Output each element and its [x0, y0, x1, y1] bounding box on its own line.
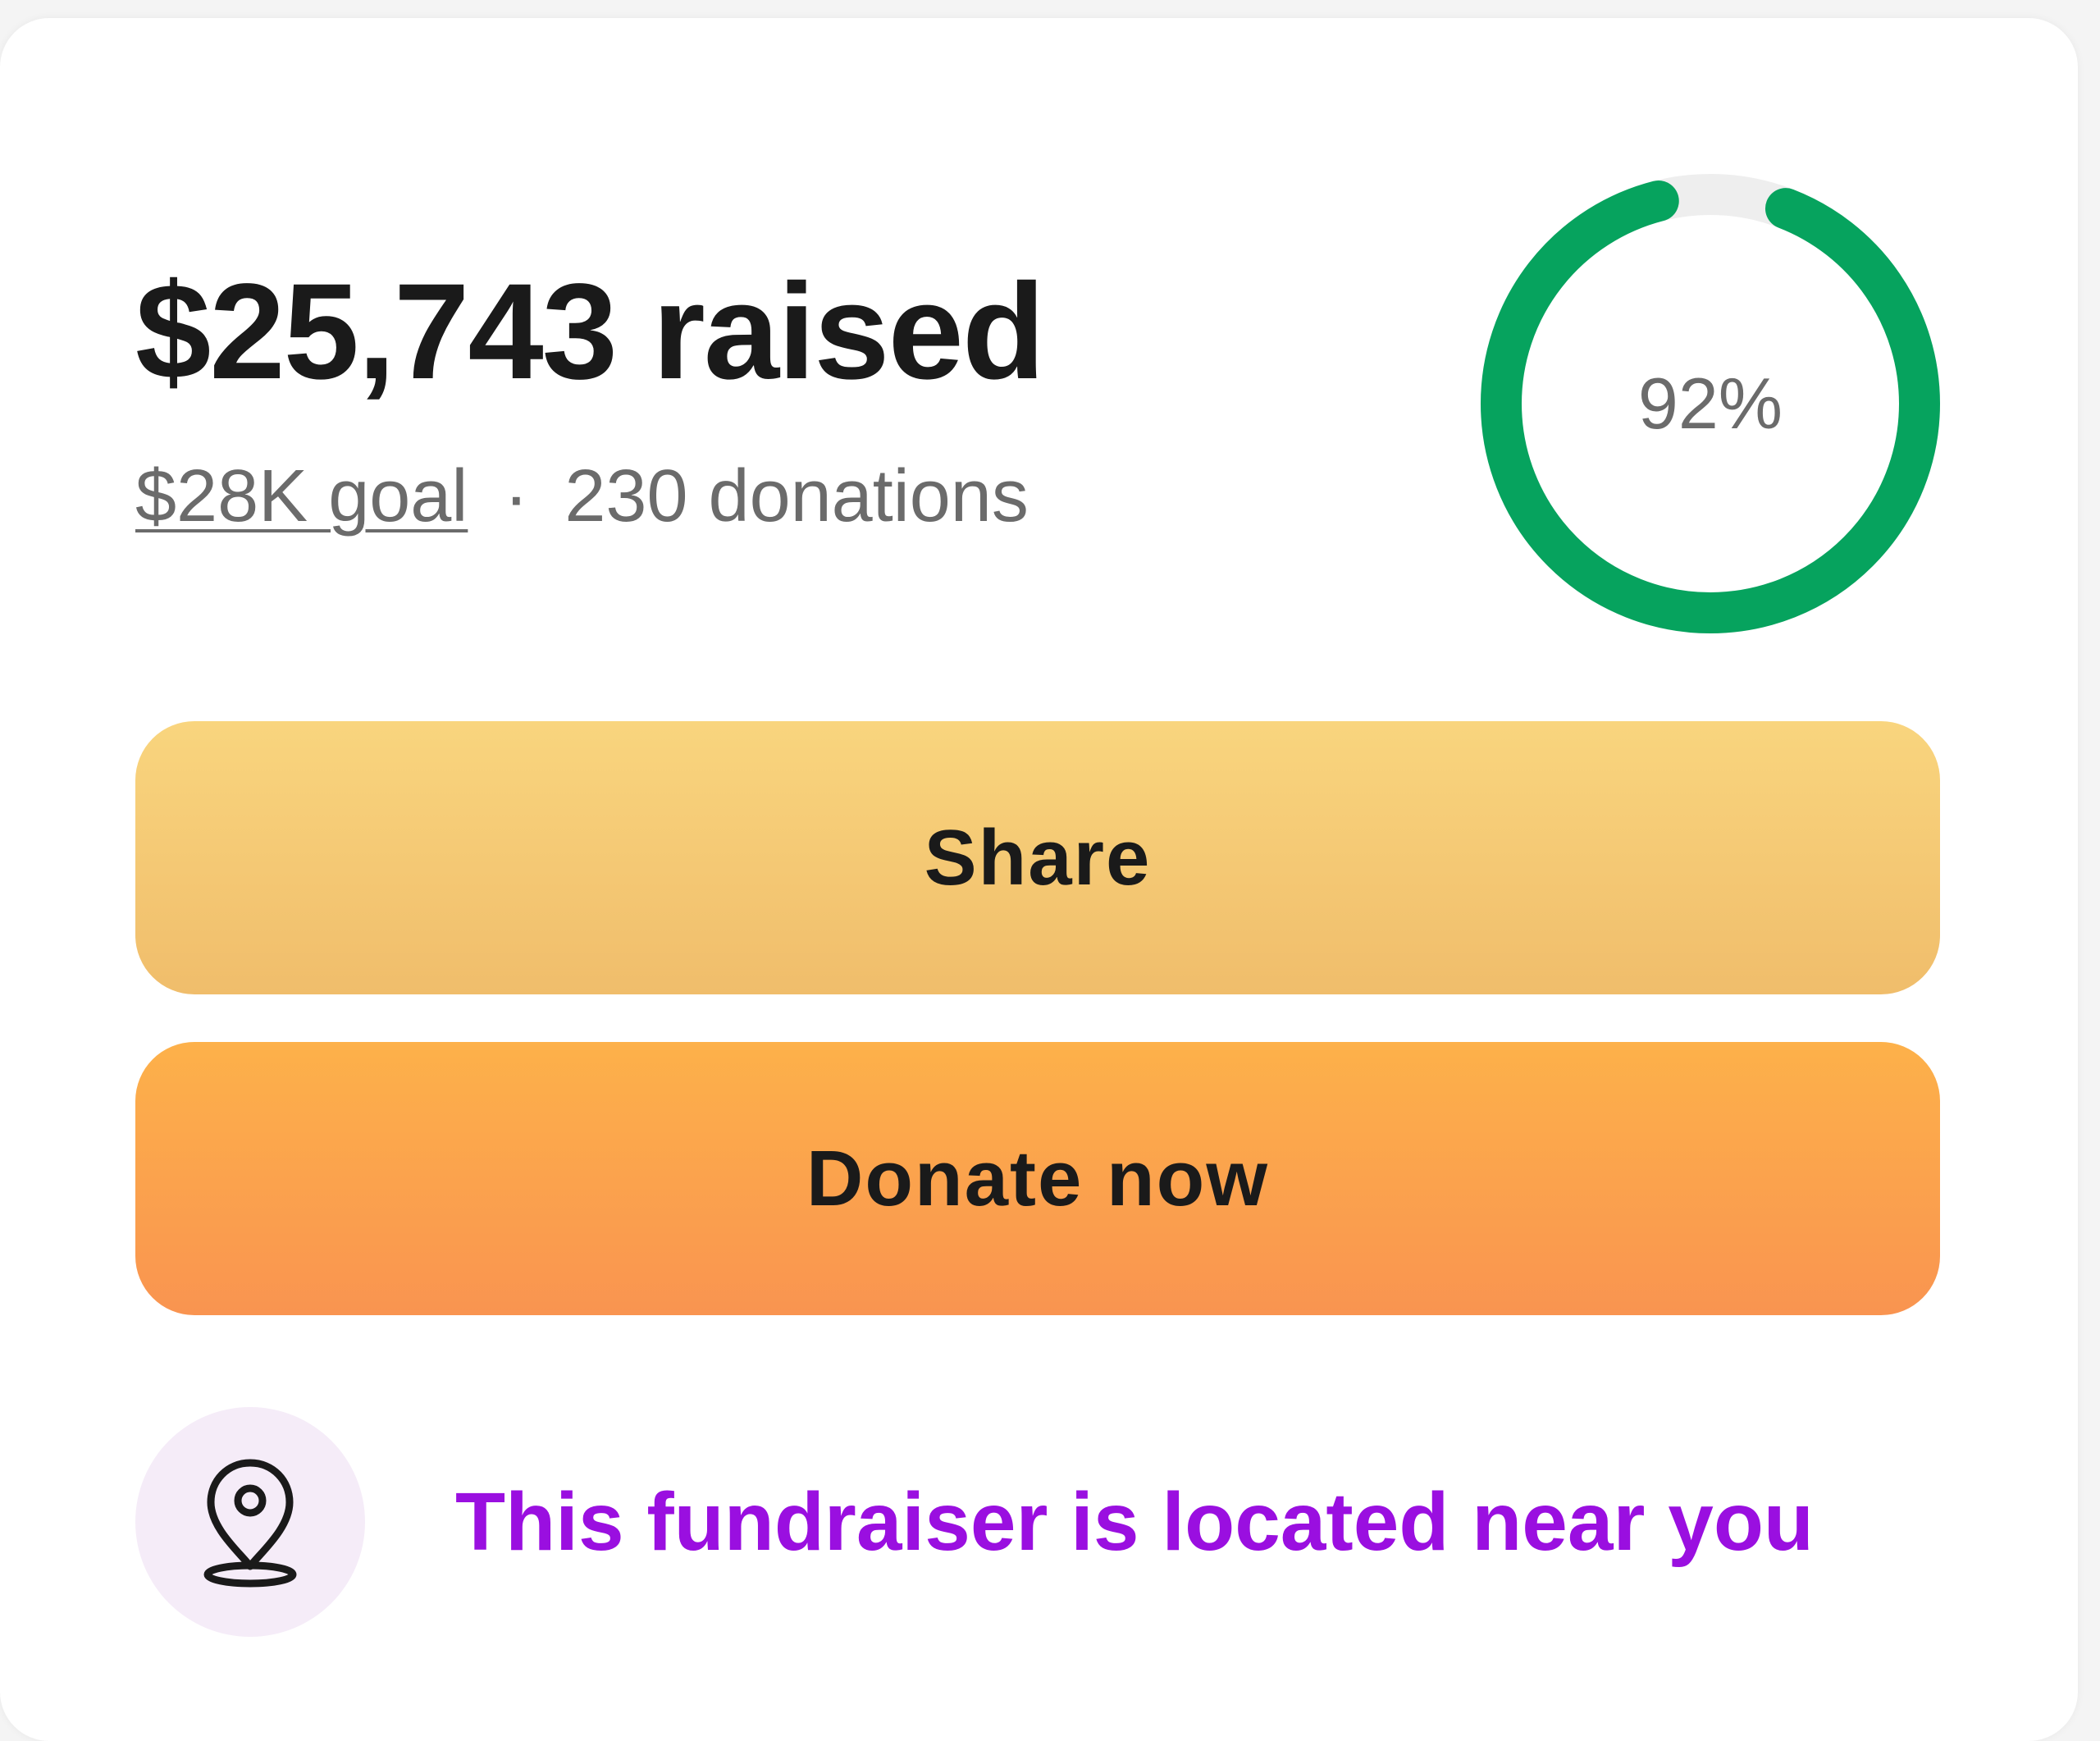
donation-card: $25,743 raised $28K goal · 230 donations 9…	[0, 18, 2078, 1741]
amount-raised: $25,743 raised	[135, 264, 1045, 400]
donation-count: 230 donations	[564, 455, 1029, 537]
donate-now-button[interactable]: Donate now	[135, 1042, 1940, 1315]
raised-amount: $25,743	[135, 256, 618, 408]
goal-and-donations: $28K goal · 230 donations	[135, 459, 1029, 533]
goal-link[interactable]: $28K goal	[135, 455, 468, 537]
meta-separator: ·	[504, 455, 529, 537]
location-notice: This fundraiser is located near you	[135, 1407, 1814, 1637]
map-pin-icon	[203, 1459, 297, 1588]
progress-percent: 92%	[1637, 363, 1783, 444]
share-button[interactable]: Share	[135, 721, 1940, 994]
location-icon-badge	[135, 1407, 365, 1637]
raised-suffix: raised	[652, 256, 1045, 408]
location-message[interactable]: This fundraiser is located near you	[455, 1475, 1814, 1570]
